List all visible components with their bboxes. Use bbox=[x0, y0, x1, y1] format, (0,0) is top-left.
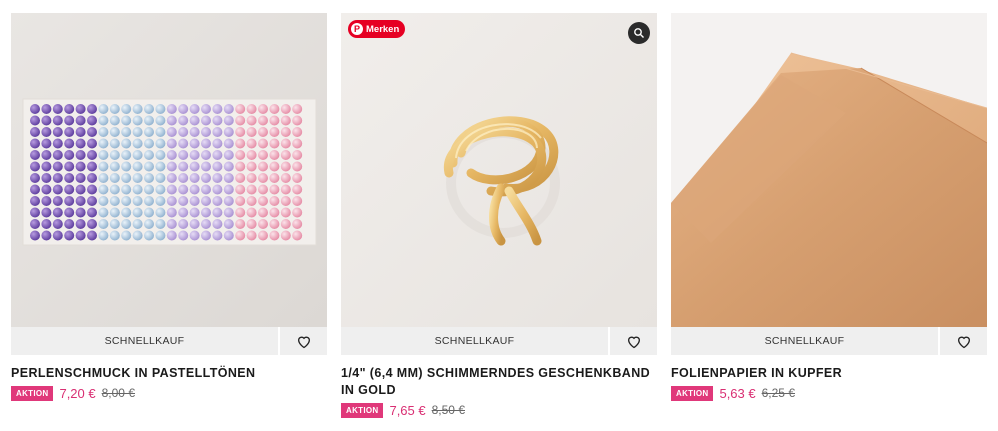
product-image-copper-foil[interactable] bbox=[671, 13, 987, 327]
sale-badge: AKTION bbox=[341, 402, 384, 418]
sale-price: 7,20 € bbox=[59, 385, 96, 401]
favorite-button[interactable] bbox=[940, 327, 987, 355]
heart-icon bbox=[627, 336, 640, 348]
product-grid: SCHNELLKAUF PERLENSCHMUCK IN PASTELLTÖNE… bbox=[0, 0, 998, 431]
product-title[interactable]: FOLIENPAPIER IN KUPFER bbox=[671, 365, 987, 382]
sale-price: 5,63 € bbox=[719, 385, 756, 401]
product-title[interactable]: 1/4" (6,4 MM) SCHIMMERNDES GESCHENKBAND … bbox=[341, 365, 657, 399]
heart-icon bbox=[297, 336, 310, 348]
price-row: AKTION 7,20 € 8,00 € bbox=[11, 385, 327, 401]
pinterest-save-button[interactable]: P Merken bbox=[348, 20, 406, 38]
heart-icon bbox=[957, 336, 970, 348]
action-bar: SCHNELLKAUF bbox=[671, 327, 987, 355]
price-row: AKTION 7,65 € 8,50 € bbox=[341, 402, 657, 418]
price-row: AKTION 5,63 € 6,25 € bbox=[671, 385, 987, 401]
original-price: 6,25 € bbox=[761, 386, 795, 400]
action-bar: SCHNELLKAUF bbox=[341, 327, 657, 355]
quick-buy-button[interactable]: SCHNELLKAUF bbox=[11, 327, 278, 355]
original-price: 8,00 € bbox=[101, 386, 135, 400]
product-card: SCHNELLKAUF PERLENSCHMUCK IN PASTELLTÖNE… bbox=[11, 13, 327, 401]
favorite-button[interactable] bbox=[280, 327, 327, 355]
favorite-button[interactable] bbox=[610, 327, 657, 355]
product-title[interactable]: PERLENSCHMUCK IN PASTELLTÖNEN bbox=[11, 365, 327, 382]
sale-price: 7,65 € bbox=[389, 402, 426, 418]
product-image-ribbon[interactable]: P Merken bbox=[341, 13, 657, 327]
product-card: SCHNELLKAUF FOLIENPAPIER IN KUPFER AKTIO… bbox=[671, 13, 987, 401]
sale-badge: AKTION bbox=[671, 385, 714, 401]
sale-badge: AKTION bbox=[11, 385, 54, 401]
action-bar: SCHNELLKAUF bbox=[11, 327, 327, 355]
product-card: P Merken SCHNELLKAUF 1/4" (6,4 MM) SCHIM… bbox=[341, 13, 657, 418]
visual-search-icon[interactable] bbox=[628, 22, 650, 44]
original-price: 8,50 € bbox=[431, 403, 465, 417]
pinterest-icon: P bbox=[351, 23, 363, 35]
pinterest-save-label: Merken bbox=[366, 23, 400, 35]
quick-buy-button[interactable]: SCHNELLKAUF bbox=[671, 327, 938, 355]
quick-buy-button[interactable]: SCHNELLKAUF bbox=[341, 327, 608, 355]
product-image-pearls[interactable] bbox=[11, 13, 327, 327]
